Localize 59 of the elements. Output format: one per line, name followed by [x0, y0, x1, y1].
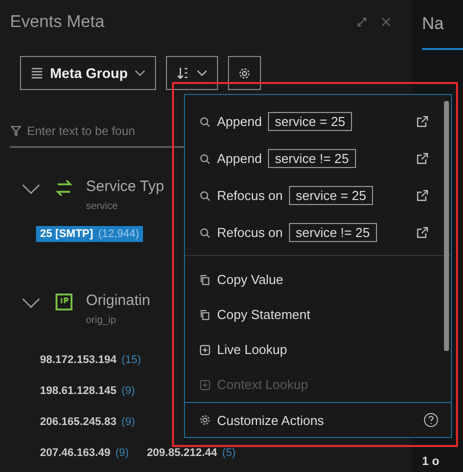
query-expression: service = 25: [288, 186, 374, 205]
query-expression: service != 25: [288, 223, 377, 242]
panel-title: Na: [422, 14, 463, 50]
query-expression: service = 25: [268, 112, 352, 131]
meta-value[interactable]: 98.172.153.194 (15): [36, 352, 146, 368]
menu-item-label: Copy Statement: [217, 307, 310, 322]
menu-item[interactable]: Refocus on service = 25: [185, 177, 451, 214]
menu-item[interactable]: Copy Statement: [185, 297, 451, 332]
ip-box-icon: [54, 292, 74, 312]
external-link-icon: [416, 226, 429, 239]
menu-item-label: Context Lookup: [217, 377, 308, 392]
group-key: orig_ip: [86, 315, 150, 326]
menu-item[interactable]: Append service != 25: [185, 140, 451, 177]
pagination-text: 1 o: [422, 454, 440, 468]
lookup-icon: [199, 378, 211, 390]
menu-item-label: Live Lookup: [217, 342, 288, 357]
meta-value[interactable]: 25 [SMTP] (12,944): [36, 226, 144, 242]
group-title: Originatin: [86, 292, 150, 309]
copy-icon: [199, 274, 211, 286]
list-icon: [30, 66, 44, 80]
close-icon: [380, 16, 392, 28]
sort-button[interactable]: [166, 56, 218, 90]
meta-value[interactable]: 206.165.245.83 (9): [36, 414, 139, 430]
exchange-arrows-icon: [54, 178, 74, 198]
external-link-icon: [416, 152, 429, 165]
menu-item-label: Append: [217, 151, 262, 166]
menu-item-label: Append: [217, 114, 262, 129]
menu-item[interactable]: Copy Value: [185, 262, 451, 297]
sort-icon: [176, 66, 190, 80]
lookup-icon: [199, 344, 211, 356]
meta-value[interactable]: 207.46.163.49 (9): [36, 445, 133, 461]
group-title: Service Typ: [86, 178, 164, 195]
menu-item-label: Copy Value: [217, 272, 284, 287]
meta-value[interactable]: 198.61.128.145 (9): [36, 383, 139, 399]
search-icon: [199, 226, 211, 238]
copy-icon: [199, 308, 211, 320]
customize-actions-button[interactable]: Customize Actions: [185, 402, 451, 437]
settings-button[interactable]: [228, 56, 261, 90]
settings-icon: [238, 66, 251, 80]
filter-icon: [10, 125, 22, 137]
query-expression: service != 25: [268, 149, 356, 168]
settings-icon: [199, 414, 211, 426]
menu-item[interactable]: Live Lookup: [185, 332, 451, 367]
external-link-icon: [416, 115, 429, 128]
search-icon: [199, 116, 211, 128]
menu-item[interactable]: Refocus on service != 25: [185, 214, 451, 251]
meta-value[interactable]: 209.85.212.44 (5): [142, 445, 240, 461]
search-icon: [199, 152, 211, 164]
scrollbar[interactable]: [444, 101, 449, 351]
menu-item-label: Refocus on: [217, 188, 283, 203]
menu-item[interactable]: Append service = 25: [185, 103, 451, 140]
help-icon: [423, 412, 439, 428]
search-icon: [199, 190, 211, 202]
panel-title: Events Meta: [10, 12, 104, 32]
external-link-icon: [416, 189, 429, 202]
menu-item-label: Refocus on: [217, 225, 283, 240]
expand-icon: [356, 16, 368, 28]
meta-group-dropdown[interactable]: Meta Group: [20, 56, 156, 90]
group-key: service: [86, 201, 164, 212]
